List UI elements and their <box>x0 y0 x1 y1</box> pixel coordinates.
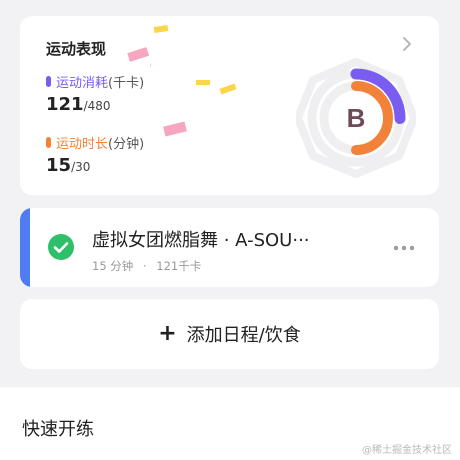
confetti-yellow-mid <box>196 80 237 95</box>
add-schedule-content: + 添加日程/饮食 <box>20 299 439 369</box>
add-schedule-label: 添加日程/饮食 <box>186 325 301 346</box>
check-circle-icon[interactable] <box>48 234 74 260</box>
add-schedule-button[interactable]: + 添加日程/饮食 <box>20 299 439 369</box>
schedule-accent-bar <box>20 208 30 287</box>
calories-dot <box>46 76 51 87</box>
schedule-calories: 121千卡 <box>156 259 202 273</box>
duration-value-row: 15/30 <box>46 155 90 176</box>
calories-value: 121 <box>46 94 84 115</box>
watermark: @稀土掘金技术社区 <box>362 445 452 456</box>
duration-total: /30 <box>71 160 91 174</box>
duration-label: 运动时长 (分钟) <box>46 133 144 152</box>
confetti-pink-top <box>127 47 150 62</box>
more-icon[interactable] <box>393 238 415 258</box>
calories-value-row: 121/480 <box>46 94 111 115</box>
duration-dot <box>46 137 51 148</box>
calories-unit: (千卡) <box>108 76 145 91</box>
plus-icon: + <box>158 321 177 346</box>
duration-unit: (分钟) <box>108 137 145 152</box>
schedule-duration: 15 分钟 <box>92 259 134 273</box>
schedule-card[interactable]: 虚拟女团燃脂舞 · A-SOU··· 15 分钟 · 121千卡 <box>20 208 439 287</box>
quick-start-section: 快速开练 @稀土掘金技术社区 <box>0 387 460 460</box>
performance-gauge: B <box>296 58 416 178</box>
chevron-right-icon[interactable] <box>399 36 415 52</box>
calories-total: /480 <box>83 99 111 113</box>
calories-label: 运动消耗 (千卡) <box>46 72 144 91</box>
performance-title: 运动表现 <box>46 40 107 58</box>
schedule-subtitle: 15 分钟 · 121千卡 <box>92 258 201 274</box>
duration-value: 15 <box>46 155 72 176</box>
calories-name: 运动消耗 <box>56 76 109 91</box>
schedule-title: 虚拟女团燃脂舞 · A-SOU··· <box>92 230 310 251</box>
schedule-separator: · <box>142 259 147 273</box>
performance-card[interactable]: 运动表现 运动消耗 (千卡) 121/480 运动时长 (分钟) 15/30 B <box>20 16 439 195</box>
quick-start-title: 快速开练 <box>22 419 94 440</box>
duration-name: 运动时长 <box>56 137 109 152</box>
grade-letter: B <box>347 103 366 133</box>
confetti-pink-bottom <box>163 121 187 137</box>
